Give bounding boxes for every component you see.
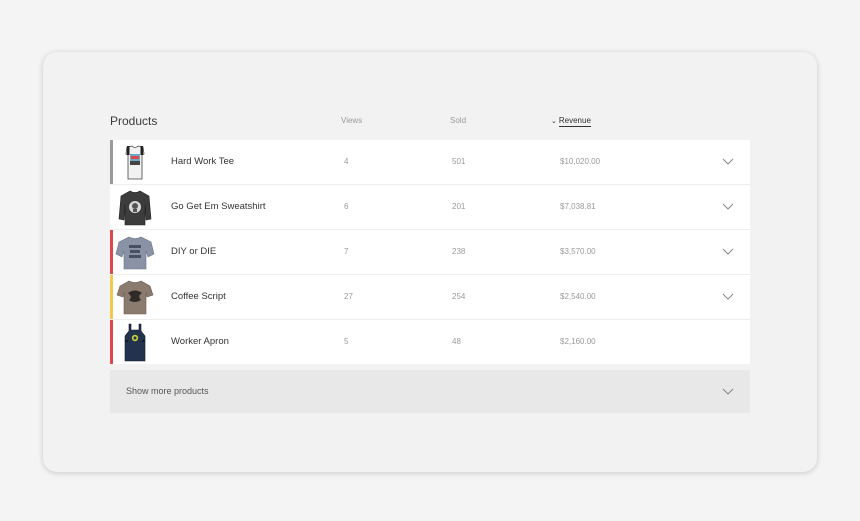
column-header-views[interactable]: Views	[341, 116, 362, 125]
table-header: Products Views Sold ⌄ Revenue	[110, 114, 750, 130]
status-indicator	[110, 275, 113, 319]
table-row[interactable]: Worker Apron 5 48 $2,160.00	[110, 320, 750, 364]
products-table: Hard Work Tee 4 501 $10,020.00 Go Get Em…	[110, 140, 750, 364]
product-revenue: $7,038.81	[560, 202, 596, 211]
table-row[interactable]: Go Get Em Sweatshirt 6 201 $7,038.81	[110, 185, 750, 230]
product-views: 7	[344, 247, 349, 256]
product-sold: 501	[452, 157, 466, 166]
status-indicator	[110, 185, 113, 229]
column-header-revenue-label: Revenue	[558, 116, 591, 127]
table-row[interactable]: DIY or DIE 7 238 $3,570.00	[110, 230, 750, 275]
product-name: DIY or DIE	[171, 246, 217, 257]
chevron-down-icon	[722, 388, 734, 395]
page-title: Products	[110, 114, 158, 128]
product-thumbnail	[125, 145, 145, 180]
status-indicator	[110, 230, 113, 274]
chevron-down-icon[interactable]	[722, 201, 734, 211]
product-sold: 238	[452, 247, 466, 256]
product-name: Worker Apron	[171, 336, 229, 347]
product-sold: 201	[452, 202, 466, 211]
product-thumbnail	[115, 236, 155, 270]
status-indicator	[110, 140, 113, 184]
chevron-down-icon[interactable]	[722, 291, 734, 301]
product-revenue: $2,160.00	[560, 337, 596, 346]
product-views: 27	[344, 292, 353, 301]
chevron-down-icon: ⌄	[551, 118, 557, 125]
show-more-button[interactable]: Show more products	[110, 370, 750, 413]
column-header-sold[interactable]: Sold	[450, 116, 466, 125]
show-more-label: Show more products	[126, 386, 209, 396]
product-name: Go Get Em Sweatshirt	[171, 201, 266, 212]
product-sold: 48	[452, 337, 461, 346]
table-row[interactable]: Hard Work Tee 4 501 $10,020.00	[110, 140, 750, 185]
status-indicator	[110, 320, 113, 364]
product-name: Hard Work Tee	[171, 156, 235, 167]
column-header-revenue[interactable]: ⌄ Revenue	[551, 116, 591, 127]
product-thumbnail	[116, 280, 154, 315]
products-card: Products Views Sold ⌄ Revenue Hard Work T…	[43, 52, 817, 472]
product-views: 4	[344, 157, 349, 166]
product-views: 6	[344, 202, 349, 211]
chevron-down-icon[interactable]	[722, 246, 734, 256]
product-name: Coffee Script	[171, 291, 226, 302]
product-thumbnail	[118, 190, 152, 226]
table-row[interactable]: Coffee Script 27 254 $2,540.00	[110, 275, 750, 320]
product-revenue: $3,570.00	[560, 247, 596, 256]
chevron-down-icon[interactable]	[722, 156, 734, 166]
product-sold: 254	[452, 292, 466, 301]
product-thumbnail	[124, 323, 146, 362]
product-views: 5	[344, 337, 349, 346]
product-revenue: $2,540.00	[560, 292, 596, 301]
product-revenue: $10,020.00	[560, 157, 601, 166]
